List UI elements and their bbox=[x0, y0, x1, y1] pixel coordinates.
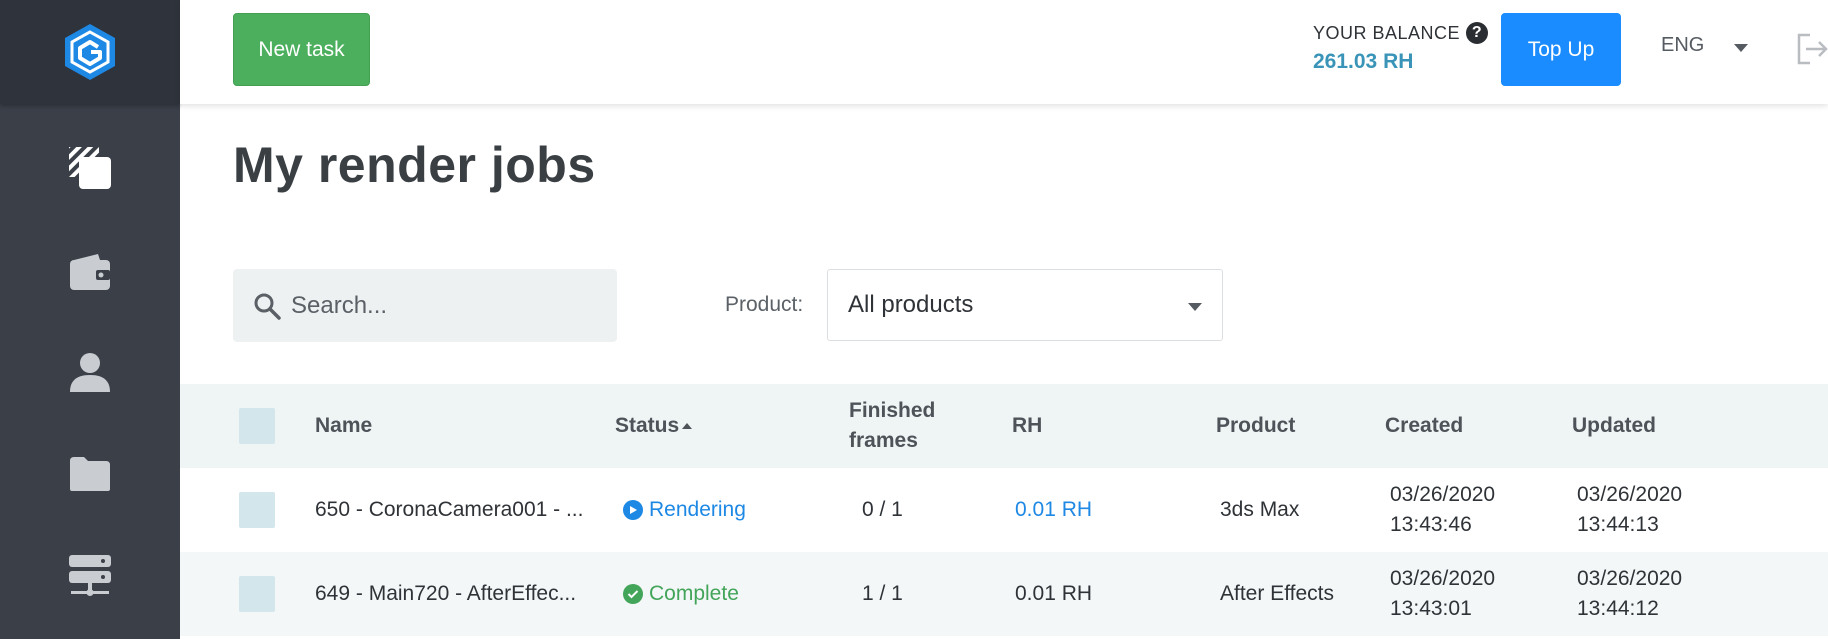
product-filter-value: All products bbox=[848, 291, 974, 318]
help-icon[interactable]: ? bbox=[1466, 22, 1489, 44]
job-updated: 03/26/2020 13:44:12 bbox=[1577, 552, 1682, 636]
job-status: Complete bbox=[623, 552, 739, 636]
column-header-finished-frames[interactable]: Finished frames bbox=[849, 384, 935, 468]
job-created-date: 03/26/2020 bbox=[1390, 483, 1496, 506]
folder-icon bbox=[70, 457, 110, 491]
language-label: ENG bbox=[1661, 34, 1705, 56]
job-updated-time: 13:44:13 bbox=[1577, 513, 1659, 536]
render-jobs-icon bbox=[69, 147, 111, 189]
product-filter-select[interactable]: All products bbox=[827, 269, 1223, 341]
row-select-cell bbox=[239, 468, 275, 552]
sidebar-item-servers[interactable] bbox=[0, 526, 180, 626]
column-header-updated[interactable]: Updated bbox=[1572, 384, 1656, 468]
search-input[interactable] bbox=[291, 291, 591, 320]
product-filter-label: Product: bbox=[725, 293, 804, 316]
job-updated-time: 13:44:12 bbox=[1577, 597, 1659, 620]
job-status-label: Complete bbox=[649, 582, 739, 605]
logout-icon bbox=[1797, 33, 1828, 65]
column-header-name[interactable]: Name bbox=[315, 384, 372, 468]
row-checkbox[interactable] bbox=[239, 492, 275, 528]
job-product: After Effects bbox=[1220, 582, 1334, 605]
search-icon bbox=[254, 293, 281, 320]
column-header-status[interactable]: Status bbox=[615, 384, 693, 468]
balance-value: 261.03 RH bbox=[1313, 50, 1414, 73]
language-selector[interactable]: ENG bbox=[1661, 34, 1749, 57]
job-created: 03/26/2020 13:43:01 bbox=[1390, 552, 1495, 636]
select-all-checkbox[interactable] bbox=[239, 408, 275, 444]
column-header-frames-line2: frames bbox=[849, 429, 918, 452]
row-checkbox[interactable] bbox=[239, 576, 275, 612]
job-name[interactable]: 649 - Main720 - AfterEffec... bbox=[315, 552, 576, 636]
job-created: 03/26/2020 13:43:46 bbox=[1390, 468, 1495, 552]
table-row[interactable]: 650 - CoronaCamera001 - ... Rendering 0 … bbox=[180, 468, 1828, 552]
user-icon bbox=[70, 353, 110, 392]
job-frames: 0 / 1 bbox=[862, 498, 903, 521]
top-up-button[interactable]: Top Up bbox=[1501, 13, 1621, 86]
job-created-time: 13:43:46 bbox=[1390, 513, 1472, 536]
job-status-label: Rendering bbox=[649, 498, 746, 521]
column-header-status-label: Status bbox=[615, 414, 680, 437]
top-header: New task YOUR BALANCE ? 261.03 RH Top Up… bbox=[180, 0, 1828, 104]
sort-ascending-icon bbox=[682, 423, 693, 429]
play-icon bbox=[623, 500, 643, 520]
job-product: 3ds Max bbox=[1220, 498, 1300, 521]
balance-label-row: YOUR BALANCE ? bbox=[1313, 22, 1489, 44]
sidebar-item-files[interactable] bbox=[0, 424, 180, 524]
new-task-button[interactable]: New task bbox=[233, 13, 370, 86]
job-updated: 03/26/2020 13:44:13 bbox=[1577, 468, 1682, 552]
job-updated-date: 03/26/2020 bbox=[1577, 483, 1683, 506]
balance-widget: YOUR BALANCE ? 261.03 RH bbox=[1313, 22, 1489, 74]
sidebar bbox=[0, 0, 180, 639]
server-icon bbox=[69, 555, 111, 596]
job-rh-link[interactable]: 0.01 RH bbox=[1015, 468, 1092, 552]
job-rh: 0.01 RH bbox=[1015, 582, 1093, 605]
job-updated-date: 03/26/2020 bbox=[1577, 567, 1683, 590]
job-status: Rendering bbox=[623, 468, 746, 552]
app-logo-icon[interactable] bbox=[62, 22, 118, 82]
job-name[interactable]: 650 - CoronaCamera001 - ... bbox=[315, 468, 583, 552]
job-created-time: 13:43:01 bbox=[1390, 597, 1472, 620]
wallet-icon bbox=[70, 254, 110, 290]
search-box[interactable] bbox=[233, 269, 617, 342]
logout-button[interactable] bbox=[1796, 32, 1828, 71]
balance-label: YOUR BALANCE bbox=[1313, 22, 1461, 43]
column-header-rh[interactable]: RH bbox=[1012, 384, 1042, 468]
chevron-down-icon bbox=[1188, 303, 1202, 311]
column-header-frames-line1: Finished bbox=[849, 399, 936, 422]
row-select-cell bbox=[239, 552, 275, 636]
sidebar-item-render-jobs[interactable] bbox=[0, 118, 180, 218]
column-header-created[interactable]: Created bbox=[1385, 384, 1463, 468]
logo-area bbox=[0, 0, 180, 104]
page-title: My render jobs bbox=[233, 137, 596, 193]
sidebar-item-wallet[interactable] bbox=[0, 222, 180, 322]
sidebar-item-profile[interactable] bbox=[0, 322, 180, 422]
check-circle-icon bbox=[623, 584, 643, 604]
table-row[interactable]: 649 - Main720 - AfterEffec... Complete 1… bbox=[180, 552, 1828, 636]
select-all-cell bbox=[239, 384, 275, 468]
job-created-date: 03/26/2020 bbox=[1390, 567, 1496, 590]
job-frames: 1 / 1 bbox=[862, 582, 903, 605]
table-header: Name Status Finished frames RH Product C… bbox=[180, 384, 1828, 468]
column-header-product[interactable]: Product bbox=[1216, 384, 1295, 468]
chevron-down-icon bbox=[1734, 43, 1749, 52]
